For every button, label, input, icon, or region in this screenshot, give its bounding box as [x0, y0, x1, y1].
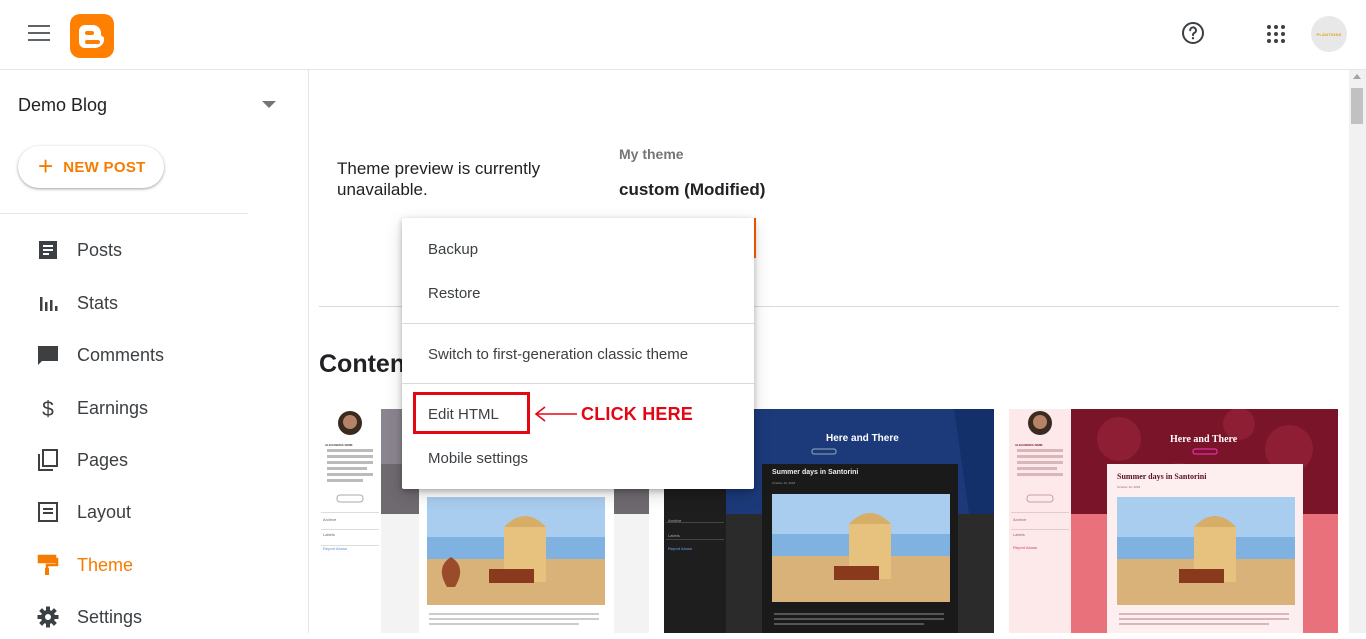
help-circle-icon[interactable]: [1181, 21, 1205, 45]
vertical-scrollbar[interactable]: [1349, 70, 1366, 633]
menu-item-restore[interactable]: Restore: [402, 271, 754, 315]
theme-options-menu: Backup Restore Switch to first-generatio…: [402, 218, 756, 489]
thumb-post-date: October 10, 2018: [1117, 485, 1141, 489]
thumb-labels-link: Labels: [668, 533, 680, 538]
thumb-author: ALEXANDRA SIMM: [325, 443, 353, 447]
new-post-label: NEW POST: [63, 158, 146, 176]
thumb-labels-link: Labels: [323, 532, 335, 537]
chevron-down-icon[interactable]: [262, 101, 276, 108]
thumb-title: Here and There: [1170, 434, 1238, 445]
my-theme-label: My theme: [619, 146, 684, 162]
stats-icon: [40, 297, 58, 311]
earnings-icon: $: [42, 398, 54, 420]
sidebar-item-stats[interactable]: Stats: [0, 281, 300, 325]
sidebar-item-label: Pages: [77, 449, 129, 470]
sidebar: Demo Blog + NEW POST Posts Stats Comment…: [0, 70, 309, 633]
hamburger-menu-icon[interactable]: [28, 25, 50, 43]
settings-icon: [37, 606, 59, 628]
apps-grid-icon[interactable]: [1266, 24, 1286, 44]
svg-text:$: $: [42, 398, 54, 420]
sidebar-divider: [0, 213, 248, 214]
thumb-post-title: Summer days in Santorini: [1117, 472, 1207, 481]
content-heading: Conten: [319, 350, 406, 378]
sidebar-item-settings[interactable]: Settings: [0, 595, 300, 639]
left-arrow-icon: [534, 406, 577, 422]
click-here-annotation: CLICK HERE: [581, 404, 694, 424]
pages-icon: [38, 449, 58, 471]
blogger-logo-icon[interactable]: [70, 14, 114, 58]
scroll-up-arrow-icon[interactable]: [1353, 74, 1361, 79]
customize-button-edge: [754, 218, 756, 258]
thumb-post-title: Summer days in Santorini: [772, 469, 859, 476]
menu-divider: [402, 323, 754, 324]
edit-html-highlight: [413, 392, 530, 434]
sidebar-item-layout[interactable]: Layout: [0, 490, 300, 534]
sidebar-item-pages[interactable]: Pages: [0, 438, 300, 482]
avatar[interactable]: PLANTIONS: [1311, 16, 1347, 52]
theme-preview-message: Theme preview is currently unavailable.: [337, 159, 541, 199]
thumb-report-link: Report Abuse: [323, 546, 348, 551]
menu-item-mobile-settings[interactable]: Mobile settings: [402, 436, 754, 480]
menu-item-backup[interactable]: Backup: [402, 227, 754, 271]
thumb-archive-link: Archive: [323, 517, 337, 522]
theme-name: custom (Modified): [619, 180, 766, 199]
sidebar-item-label: Theme: [77, 554, 134, 575]
theme-icon: [37, 554, 59, 575]
blog-name[interactable]: Demo Blog: [18, 95, 107, 116]
thumb-title: Here and There: [826, 433, 899, 444]
thumb-report-link: Report Abuse: [1013, 545, 1038, 550]
sidebar-item-label: Posts: [77, 239, 123, 260]
menu-divider: [402, 383, 754, 384]
thumb-report-link: Report Abuse: [668, 546, 693, 551]
sidebar-item-comments[interactable]: Comments: [0, 333, 300, 377]
theme-thumbnail-3[interactable]: ALEXANDRA SIMM Here and There Summer day…: [1009, 409, 1338, 633]
menu-item-switch-classic-theme[interactable]: Switch to first-generation classic theme: [402, 332, 754, 376]
avatar-text: PLANTIONS: [1316, 31, 1342, 37]
posts-icon: [39, 241, 57, 259]
comments-icon: [38, 346, 58, 365]
plus-icon: +: [38, 150, 54, 181]
sidebar-item-label: Layout: [77, 501, 132, 522]
sidebar-item-label: Earnings: [77, 397, 149, 418]
layout-icon: [38, 502, 58, 522]
thumb-archive-link: Archive: [668, 518, 682, 523]
sidebar-item-earnings[interactable]: $ Earnings: [0, 386, 300, 430]
sidebar-item-label: Settings: [77, 606, 143, 627]
scrollbar-thumb[interactable]: [1351, 88, 1363, 124]
sidebar-item-posts[interactable]: Posts: [0, 228, 300, 272]
thumb-post-date: October 10, 2018: [772, 481, 796, 485]
thumb-archive-link: Archive: [1013, 517, 1027, 522]
new-post-button[interactable]: + NEW POST: [18, 146, 164, 188]
sidebar-item-label: Stats: [77, 292, 119, 313]
sidebar-item-theme[interactable]: Theme: [0, 543, 300, 587]
sidebar-item-label: Comments: [77, 344, 165, 365]
thumb-author: ALEXANDRA SIMM: [1015, 443, 1043, 447]
thumb-labels-link: Labels: [1013, 532, 1025, 537]
top-app-bar: PLANTIONS: [0, 0, 1366, 70]
